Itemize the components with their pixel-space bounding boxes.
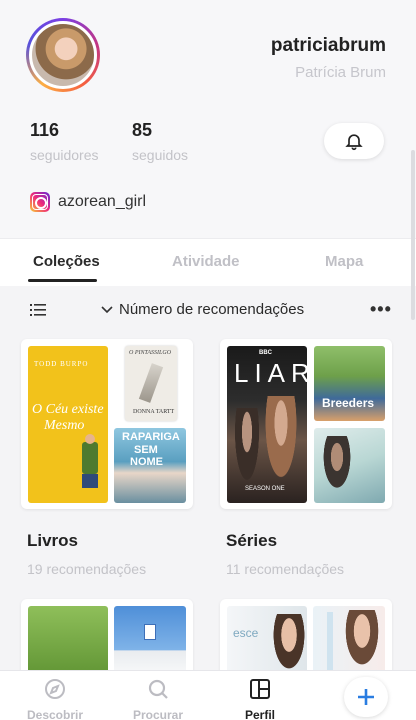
cover-title-line3: NOME [130,456,163,468]
full-name: Patrícia Brum [295,64,386,81]
followers-stat[interactable]: 116 seguidores [30,120,99,163]
collection-title-series[interactable]: Séries [226,531,277,551]
collection-card-partial-right[interactable]: esce [220,599,392,670]
collection-count-livros: 19 recomendações [27,561,147,577]
bell-icon [345,134,363,151]
instagram-handle: azorean_girl [58,193,147,210]
cover-church [114,606,186,670]
search-icon [148,679,168,699]
nav-label-procurar: Procurar [132,708,184,720]
collection-card-series[interactable]: BBC LIAR SEASON ONE Breeders [220,339,392,509]
collection-count-series: 11 recomendações [226,561,345,577]
cover-author: DONNA TARTT [133,409,175,415]
avatar-photo [29,21,97,89]
cover-text: esce [233,626,259,640]
cover-title: O Céu existe [32,402,104,417]
cover-title-line1: RAPARIGA [122,431,180,443]
series-cover-bottom-right [314,428,385,503]
instagram-link[interactable]: azorean_girl [30,192,146,212]
following-count: 85 [132,120,153,140]
following-label: seguidos [132,147,189,163]
nav-perfil[interactable]: Perfil [220,677,300,720]
add-recommendation-button[interactable] [344,677,388,717]
collection-title-livros[interactable]: Livros [27,531,78,551]
sort-dropdown[interactable]: Número de recomendações [100,301,304,318]
cover-title: Breeders [322,396,375,410]
sort-label: Número de recomendações [119,301,305,318]
cover-author: TODD BURPO [34,360,89,368]
cover-title-line2: SEM [134,444,158,456]
nav-label-perfil: Perfil [244,708,275,720]
notifications-button[interactable] [324,123,384,159]
scrollbar[interactable] [411,150,415,320]
profile-tabs: Coleções Atividade Mapa [0,238,416,286]
cover-portrait [313,606,385,670]
series-cover-top-right: Breeders [314,346,385,421]
chevron-down-icon [101,305,113,313]
avatar[interactable] [26,18,100,92]
book-cover-main: TODD BURPO O Céu existe Mesmo [28,346,108,503]
nav-procurar[interactable]: Procurar [118,677,198,720]
collection-card-partial-left[interactable] [21,599,193,670]
nav-label-descobrir: Descobrir [26,708,84,720]
series-cover-main: BBC LIAR SEASON ONE [227,346,307,503]
list-view-icon[interactable] [30,303,46,317]
followers-label: seguidores [30,147,99,163]
more-options-icon[interactable]: ••• [370,299,392,320]
cover-title: O PINTASSILGO [129,350,172,356]
collection-card-livros[interactable]: TODD BURPO O Céu existe Mesmo O PINTASSI… [21,339,193,509]
nav-descobrir[interactable]: Descobrir [15,677,95,720]
tab-atividade[interactable]: Atividade [172,253,240,270]
cover-product: esce [227,606,307,670]
following-stat[interactable]: 85 seguidos [132,120,188,163]
active-tab-indicator [28,279,97,282]
tab-mapa[interactable]: Mapa [325,253,363,270]
cover-network: BBC [259,350,272,356]
book-cover-top-right: O PINTASSILGO DONNA TARTT [125,346,177,421]
profile-grid-icon [250,679,270,699]
compass-icon [45,679,65,699]
bottom-nav: Descobrir Procurar Perfil [0,670,416,720]
cover-subtitle: Mesmo [44,418,85,433]
cover-title: LIAR [234,358,307,388]
collections-panel: Número de recomendações ••• TODD BURPO O… [0,287,416,670]
plus-icon [358,689,374,705]
profile-header: patriciabrum Patrícia Brum 116 seguidore… [0,0,416,238]
cover-season: SEASON ONE [245,486,285,492]
instagram-icon [30,192,50,212]
sort-bar: Número de recomendações ••• [0,287,416,333]
book-cover-bottom-right: RAPARIGA SEM NOME [114,428,186,503]
cover-trees [28,606,108,670]
tab-colecoes[interactable]: Coleções [33,253,100,270]
username: patriciabrum [270,35,386,56]
followers-count: 116 [30,120,60,140]
